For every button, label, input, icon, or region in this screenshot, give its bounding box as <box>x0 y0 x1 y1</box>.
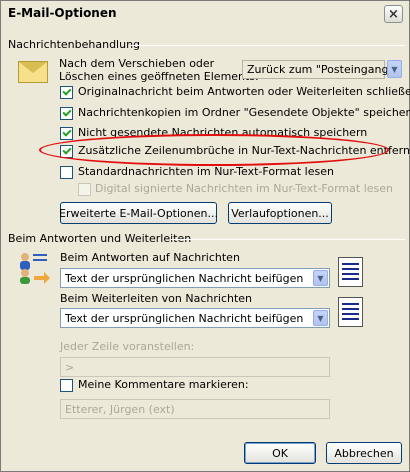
ok-button[interactable]: OK <box>244 442 316 464</box>
checkbox-close-original[interactable] <box>60 86 73 99</box>
chevron-down-icon: ▼ <box>313 270 328 286</box>
forward-preview-icon <box>338 297 363 327</box>
reply-forward-icon <box>20 253 50 284</box>
after-move-dropdown-arrow[interactable]: ▼ <box>385 60 402 79</box>
comment-name-input[interactable]: Etterer, Jürgen (ext) <box>60 399 330 419</box>
after-move-label-line1: Nach dem Verschieben oder <box>59 57 215 70</box>
section-heading-message-handling: Nachrichtenbehandlung <box>8 38 141 51</box>
cancel-button[interactable]: Abbrechen <box>326 442 402 464</box>
cancel-button-label: Abbrechen <box>334 446 394 460</box>
chevron-down-icon: ▼ <box>387 60 402 78</box>
forward-dropdown-value: Text der ursprünglichen Nachricht beifüg… <box>65 312 304 325</box>
comment-name-input-value: Etterer, Jürgen (ext) <box>65 403 175 416</box>
forward-label: Beim Weiterleiten von Nachrichten <box>60 292 253 305</box>
save-sent-copies-label: Nachrichtenkopien im Ordner "Gesendete O… <box>78 106 410 119</box>
section-heading-reply-forward: Beim Antworten und Weiterleiten <box>8 232 192 245</box>
prefix-input-value: > <box>65 361 75 374</box>
section-divider <box>131 45 405 46</box>
chevron-down-icon: ▼ <box>313 310 328 326</box>
section-divider <box>171 239 405 240</box>
close-original-label: Originalnachricht beim Antworten oder We… <box>78 85 410 98</box>
advanced-email-options-button-label: Erweiterte E-Mail-Optionen... <box>59 206 218 220</box>
prefix-label: Jeder Zeile voranstellen: <box>60 340 195 353</box>
close-button[interactable]: × <box>384 5 403 23</box>
reply-dropdown-value: Text der ursprünglichen Nachricht beifüg… <box>65 272 304 285</box>
title-bar: E-Mail-Optionen × <box>1 1 409 27</box>
reply-label: Beim Antworten auf Nachrichten <box>60 251 240 264</box>
reply-preview-icon <box>338 257 363 287</box>
read-plain-text-label: Standardnachrichten im Nur-Text-Format l… <box>78 165 334 178</box>
tracking-options-button-label: Verlaufoptionen... <box>231 206 329 220</box>
red-highlight-ellipse <box>39 134 389 166</box>
after-move-dropdown[interactable]: Zurück zum "Posteingang" <box>242 60 393 79</box>
tracking-options-button[interactable]: Verlaufoptionen... <box>228 202 332 224</box>
advanced-email-options-button[interactable]: Erweiterte E-Mail-Optionen... <box>59 202 218 224</box>
after-move-label-line2: Löschen eines geöffneten Elements: <box>59 70 259 83</box>
email-options-dialog: E-Mail-Optionen × Nachrichtenbehandlung … <box>0 0 410 472</box>
checkbox-save-sent-copies[interactable] <box>60 107 73 120</box>
checkbox-mark-comments[interactable] <box>60 379 73 392</box>
checkbox-autosave-unsent[interactable] <box>60 127 73 140</box>
ok-button-label: OK <box>272 446 288 460</box>
dialog-title: E-Mail-Optionen <box>8 6 117 20</box>
after-move-dropdown-value: Zurück zum "Posteingang" <box>247 63 394 76</box>
mark-comments-label: Meine Kommentare markieren: <box>78 378 249 391</box>
checkbox-read-plain-text[interactable] <box>60 166 73 179</box>
reply-dropdown[interactable]: Text der ursprünglichen Nachricht beifüg… <box>60 268 330 288</box>
read-signed-plain-text-label: Digital signierte Nachrichten im Nur-Tex… <box>95 182 393 195</box>
envelope-icon <box>18 61 48 83</box>
close-icon: × <box>388 6 399 22</box>
checkbox-read-signed-plain-text[interactable] <box>78 183 91 196</box>
forward-dropdown[interactable]: Text der ursprünglichen Nachricht beifüg… <box>60 308 330 328</box>
prefix-input[interactable]: > <box>60 357 330 377</box>
